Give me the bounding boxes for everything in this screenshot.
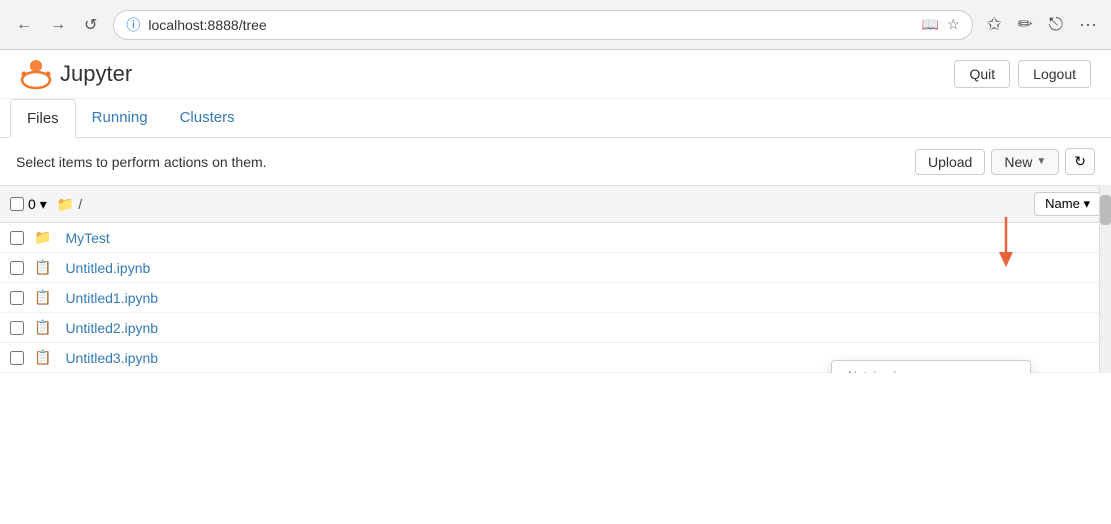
dropdown-menu: Notebook: Python 3 Slicer 4.9 Other: Tex… bbox=[831, 360, 1031, 373]
browser-actions: ✩ ✏ ⎋ ··· bbox=[983, 12, 1101, 37]
tab-files[interactable]: Files bbox=[10, 99, 76, 138]
folder-icon: 📁 bbox=[57, 196, 74, 213]
sort-button[interactable]: Name ▾ bbox=[1034, 192, 1101, 216]
menu-icon[interactable]: ··· bbox=[1075, 12, 1101, 37]
notebook-file-icon-4: 📋 bbox=[34, 349, 51, 366]
toolbar-right: Upload New ▼ ↻ bbox=[915, 148, 1095, 175]
notebook-file-icon-1: 📋 bbox=[34, 259, 51, 276]
jupyter-logo-icon bbox=[20, 58, 52, 90]
folder-file-icon: 📁 bbox=[34, 229, 51, 246]
file-name-3[interactable]: Untitled2.ipynb bbox=[65, 320, 1101, 336]
file-row: 📋 Untitled.ipynb bbox=[0, 253, 1111, 283]
new-button[interactable]: New ▼ bbox=[991, 149, 1059, 175]
toolbar: Select items to perform actions on them.… bbox=[0, 138, 1111, 185]
new-label: New bbox=[1004, 154, 1032, 170]
address-bar[interactable]: ⓘ localhost:8888/tree 📖 ☆ bbox=[113, 10, 972, 40]
file-name-0[interactable]: MyTest bbox=[65, 230, 1101, 246]
file-checkbox-2[interactable] bbox=[10, 291, 24, 305]
notebook-section-label: Notebook: bbox=[832, 361, 1030, 373]
upload-button[interactable]: Upload bbox=[915, 149, 985, 175]
share-icon[interactable]: ⎋ bbox=[1045, 12, 1067, 37]
arrow-indicator bbox=[991, 217, 1021, 270]
logout-button[interactable]: Logout bbox=[1018, 60, 1091, 88]
quit-button[interactable]: Quit bbox=[954, 60, 1010, 88]
back-button[interactable]: ← bbox=[10, 12, 38, 38]
file-count: 0 bbox=[28, 196, 36, 212]
dropdown-toggle[interactable]: ▾ bbox=[40, 196, 47, 213]
notebook-file-icon-2: 📋 bbox=[34, 289, 51, 306]
url-text: localhost:8888/tree bbox=[148, 17, 913, 33]
main-content: Files Running Clusters Select items to p… bbox=[0, 99, 1111, 373]
tab-running[interactable]: Running bbox=[76, 99, 164, 138]
header-checkbox-area: 0 ▾ bbox=[10, 196, 47, 213]
select-all-checkbox[interactable] bbox=[10, 197, 24, 211]
forward-button[interactable]: → bbox=[44, 12, 72, 38]
nav-buttons: ← → ↺ bbox=[10, 11, 103, 39]
path-indicator: 📁 / bbox=[57, 196, 82, 213]
scrollbar-thumb[interactable] bbox=[1100, 195, 1111, 225]
select-message: Select items to perform actions on them. bbox=[16, 154, 267, 170]
pen-icon[interactable]: ✏ bbox=[1014, 12, 1037, 37]
file-checkbox-0[interactable] bbox=[10, 231, 24, 245]
bookmark-icon[interactable]: ☆ bbox=[947, 16, 960, 33]
file-name-1[interactable]: Untitled.ipynb bbox=[65, 260, 1101, 276]
file-checkbox-3[interactable] bbox=[10, 321, 24, 335]
scrollbar[interactable] bbox=[1099, 185, 1111, 373]
notebook-file-icon-3: 📋 bbox=[34, 319, 51, 336]
refresh-button[interactable]: ↺ bbox=[78, 11, 103, 39]
favorites-icon[interactable]: ✩ bbox=[983, 12, 1006, 37]
jupyter-header: Jupyter Quit Logout bbox=[0, 50, 1111, 99]
file-row: 📋 Untitled1.ipynb bbox=[0, 283, 1111, 313]
jupyter-logo: Jupyter bbox=[20, 58, 132, 90]
new-dropdown-arrow: ▼ bbox=[1036, 156, 1046, 167]
file-row: 📋 Untitled2.ipynb bbox=[0, 313, 1111, 343]
file-name-2[interactable]: Untitled1.ipynb bbox=[65, 290, 1101, 306]
file-row: 📁 MyTest bbox=[0, 223, 1111, 253]
refresh-files-button[interactable]: ↻ bbox=[1065, 148, 1095, 175]
address-icons: 📖 ☆ bbox=[922, 16, 960, 33]
reader-icon[interactable]: 📖 bbox=[922, 16, 939, 33]
content-area: 0 ▾ 📁 / Name ▾ 📁 MyTest 📋 Untitled.ipynb… bbox=[0, 185, 1111, 373]
tab-clusters[interactable]: Clusters bbox=[164, 99, 251, 138]
browser-chrome: ← → ↺ ⓘ localhost:8888/tree 📖 ☆ ✩ ✏ ⎋ ··… bbox=[0, 0, 1111, 50]
file-list-header: 0 ▾ 📁 / Name ▾ bbox=[0, 185, 1111, 223]
header-buttons: Quit Logout bbox=[954, 60, 1091, 88]
jupyter-title: Jupyter bbox=[60, 61, 132, 87]
info-icon: ⓘ bbox=[126, 15, 140, 35]
tabs: Files Running Clusters bbox=[0, 99, 1111, 138]
file-checkbox-4[interactable] bbox=[10, 351, 24, 365]
path-text: / bbox=[78, 196, 82, 212]
file-checkbox-1[interactable] bbox=[10, 261, 24, 275]
